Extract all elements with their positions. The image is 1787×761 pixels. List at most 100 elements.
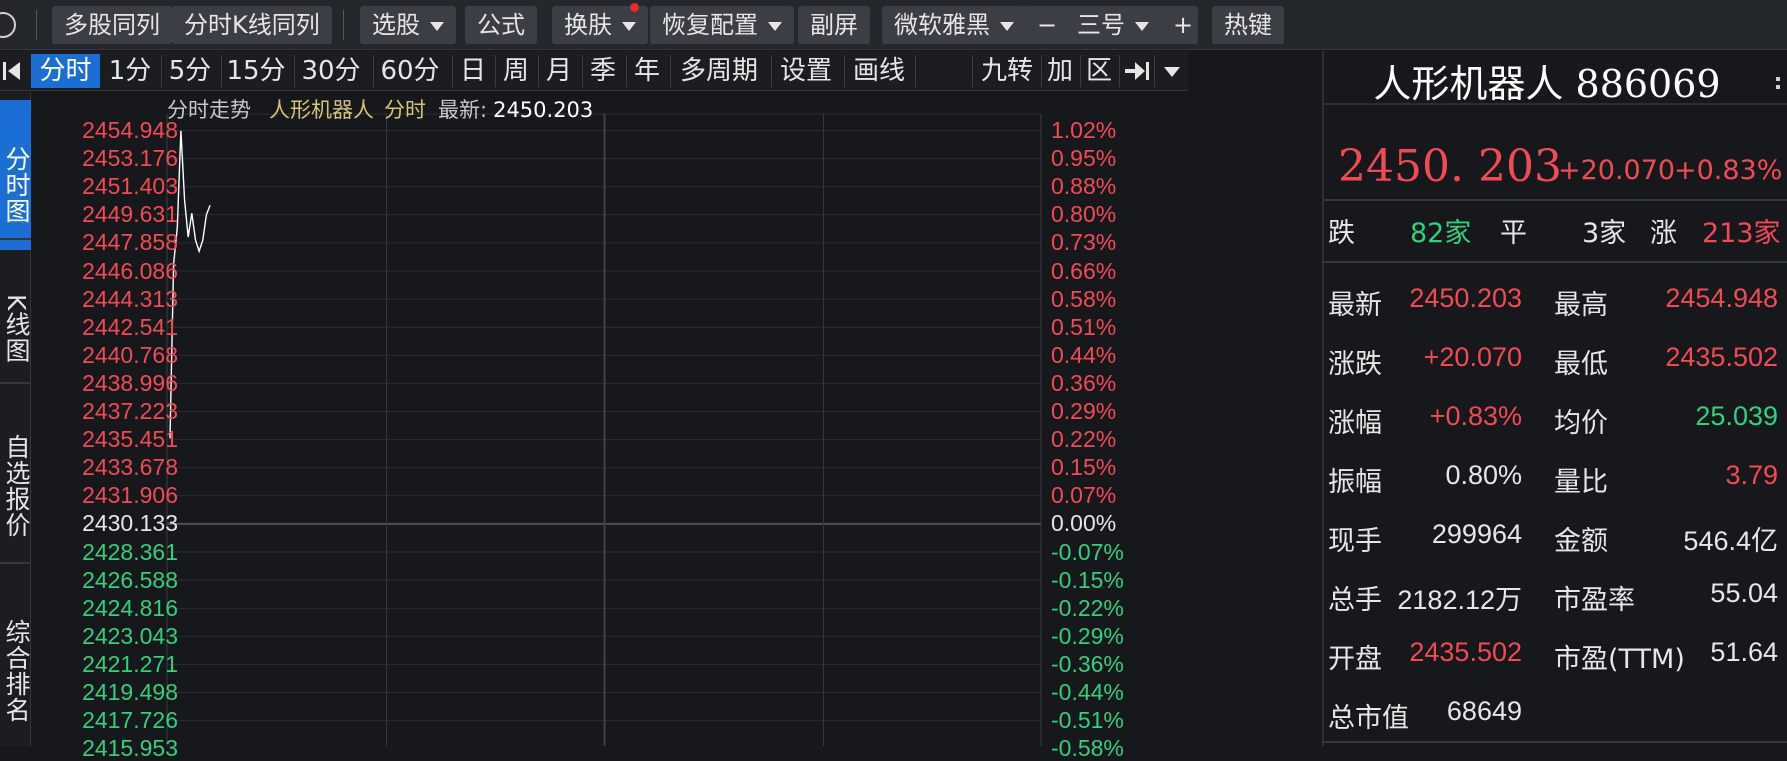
tab-quarter[interactable]: 季 [585, 54, 621, 88]
percent-tick-label: -0.36% [1051, 650, 1124, 677]
percent-tick-label: 0.36% [1051, 369, 1117, 396]
chart-latest-label: 最新: [438, 98, 488, 122]
quote-value: 3.79 [1725, 460, 1778, 490]
percent-tick-label: 0.07% [1051, 482, 1117, 509]
percent-tick-label: 0.29% [1051, 398, 1117, 424]
quote-value: 2435.502 [1409, 637, 1522, 667]
percent-tick-label: 0.51% [1051, 313, 1117, 340]
font-decrease-button[interactable]: − [1037, 6, 1057, 44]
collapse-right-icon[interactable] [1123, 57, 1151, 85]
price-tick-label: 2442.541 [82, 313, 178, 340]
price-tick-label: 2424.816 [82, 594, 178, 621]
font-increase-button[interactable]: + [1173, 6, 1193, 44]
tab-week[interactable]: 周 [498, 54, 534, 88]
quote-value: 0.80% [1445, 460, 1522, 490]
quote-value: 2435.502 [1665, 342, 1778, 372]
tab-60min[interactable]: 60分 [376, 54, 444, 88]
quote-row: 最新 2450.203 最高 2454.948 [1324, 273, 1784, 331]
quote-value: 51.64 [1710, 637, 1778, 667]
tab-15min[interactable]: 15分 [223, 54, 289, 88]
clock-icon[interactable] [0, 12, 16, 38]
nine-turn-button[interactable]: 九转 [976, 54, 1038, 88]
top-toolbar: 多股同列 分时K线同列 选股 公式 换肤 恢复配置 副屏 微软雅黑 − 三号 +… [0, 0, 1787, 50]
font-size-select[interactable]: 三号 [1077, 6, 1149, 44]
percent-tick-label: 0.66% [1051, 257, 1117, 284]
chevron-down-icon [622, 21, 636, 31]
quote-value: 2450.203 [1409, 283, 1522, 313]
price-tick-label: 2447.858 [82, 229, 178, 256]
quote-label: 总市值 [1328, 703, 1409, 734]
price-tick-label: 2437.223 [82, 398, 178, 424]
advancers-count: 213家 [1702, 218, 1781, 249]
percent-tick-label: -0.58% [1051, 735, 1124, 761]
tab-month[interactable]: 月 [541, 54, 577, 88]
percent-tick-label: 0.95% [1051, 145, 1117, 172]
stock-screener-button[interactable]: 选股 [360, 6, 456, 44]
panel-scroll-icon[interactable] [1776, 63, 1786, 93]
price-change-percent: +0.83% [1674, 155, 1783, 186]
collapse-left-icon[interactable] [0, 57, 26, 85]
unchanged-count: 3家 [1582, 218, 1627, 249]
vtab-watchlist-quotes[interactable]: 自选报价 [0, 386, 31, 566]
percent-tick-label: -0.15% [1051, 566, 1124, 593]
more-options-dropdown[interactable] [1158, 59, 1186, 85]
hotkey-button[interactable]: 热键 [1212, 6, 1284, 44]
quote-value: 55.04 [1710, 578, 1778, 608]
quote-label: 市盈(TTM) [1554, 644, 1685, 675]
quote-panel: 人形机器人 886069 2450. 203 +20.070 +0.83% 跌 … [1322, 51, 1787, 746]
tab-5min[interactable]: 5分 [162, 54, 218, 88]
multi-stock-column-button[interactable]: 多股同列 [52, 6, 172, 44]
quote-value: 2454.948 [1665, 283, 1778, 313]
tab-intraday[interactable]: 分时 [31, 54, 100, 88]
quote-label: 总手 [1328, 585, 1382, 616]
notification-dot-icon [630, 3, 639, 12]
percent-tick-label: 1.02% [1051, 117, 1117, 143]
percent-tick-label: 0.15% [1051, 454, 1117, 481]
quote-value: 2182.12万 [1397, 585, 1522, 615]
quote-label: 均价 [1554, 408, 1608, 439]
quote-label: 金额 [1554, 526, 1608, 557]
percent-tick-label: -0.51% [1051, 707, 1124, 734]
range-button[interactable]: 区 [1082, 54, 1116, 88]
tab-30min[interactable]: 30分 [297, 54, 365, 88]
quote-label: 最低 [1554, 349, 1608, 380]
quote-label: 振幅 [1328, 467, 1382, 498]
percent-tick-label: -0.07% [1051, 538, 1124, 565]
chart-period: 分时 [384, 98, 426, 122]
vtab-overall-ranking[interactable]: 综合排名 [0, 566, 31, 756]
add-indicator-button[interactable]: 加 [1043, 54, 1077, 88]
quote-label: 最高 [1554, 290, 1608, 321]
price-tick-label: 2440.768 [82, 341, 178, 368]
tab-settings[interactable]: 设置 [774, 54, 838, 88]
secondary-screen-button[interactable]: 副屏 [798, 6, 870, 44]
price-tick-label: 2423.043 [82, 622, 178, 649]
price-tick-label: 2454.948 [82, 117, 178, 143]
font-family-select[interactable]: 微软雅黑 [882, 6, 1026, 44]
price-tick-label: 2444.313 [82, 285, 178, 312]
formula-button[interactable]: 公式 [465, 6, 537, 44]
chart-canvas [166, 113, 1042, 746]
price-tick-label: 2433.678 [82, 454, 178, 481]
quote-label: 量比 [1554, 467, 1608, 498]
vtab-intraday-chart[interactable]: 分时图 [0, 100, 31, 250]
price-tick-label: 2451.403 [82, 173, 178, 200]
tab-multi-period[interactable]: 多周期 [673, 54, 765, 88]
percent-tick-label: 0.00% [1051, 510, 1117, 537]
price-tick-label: 2417.726 [82, 707, 178, 734]
tab-draw-line[interactable]: 画线 [847, 54, 911, 88]
vtab-kline-chart[interactable]: K线图 [0, 242, 31, 394]
tab-1min[interactable]: 1分 [102, 54, 158, 88]
percent-tick-label: 0.58% [1051, 285, 1117, 312]
chevron-down-icon [768, 21, 782, 31]
intraday-kline-column-button[interactable]: 分时K线同列 [172, 6, 332, 44]
price-tick-label: 2449.631 [82, 201, 178, 228]
stock-code: 886069 [1575, 62, 1721, 106]
quote-row: 开盘 2435.502 市盈(TTM) 51.64 [1324, 627, 1784, 685]
restore-config-button[interactable]: 恢复配置 [650, 6, 794, 44]
price-tick-label: 2435.451 [82, 426, 178, 453]
quote-value: 25.039 [1695, 401, 1778, 431]
intraday-chart[interactable]: 分时走势 人形机器人 分时 最新: 2450.203 2454.948 2453.176 2… [31, 92, 1188, 761]
tab-day[interactable]: 日 [455, 54, 491, 88]
tab-year[interactable]: 年 [629, 54, 665, 88]
quote-row: 涨跌 +20.070 最低 2435.502 [1324, 332, 1784, 390]
